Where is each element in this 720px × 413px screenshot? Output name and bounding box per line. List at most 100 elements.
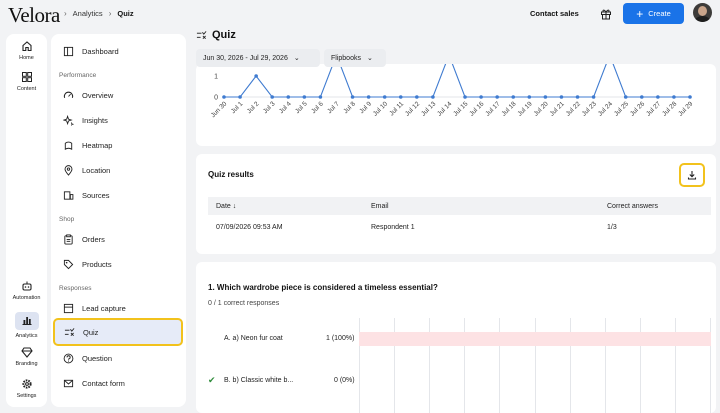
devices-icon <box>63 190 74 200</box>
rail-item-branding[interactable]: Branding <box>6 346 47 367</box>
x-tick-label: Jul 20 <box>533 100 550 117</box>
rail-label-branding: Branding <box>15 361 38 367</box>
chevron-down-icon: ⌄ <box>366 55 373 62</box>
x-tick-label: Jul 28 <box>661 100 678 117</box>
chevron-down-icon: ⌄ <box>293 55 300 62</box>
data-point <box>382 95 387 99</box>
x-tick-label: Jul 17 <box>484 100 501 117</box>
location-pin-icon <box>64 164 73 176</box>
y-tick-label: 1 <box>214 74 218 81</box>
sidebar-item-dashboard[interactable]: Dashboard <box>59 40 181 62</box>
sidebar-item-sources[interactable]: Sources <box>59 184 181 206</box>
sidebar-label: Lead capture <box>82 303 126 313</box>
x-tick-label: Jul 27 <box>645 100 662 117</box>
x-tick-label: Jul 4 <box>278 100 293 115</box>
sidebar-item-lead-capture[interactable]: Lead capture <box>59 297 181 319</box>
x-tick-label: Jul 1 <box>230 100 245 115</box>
data-point <box>639 95 644 99</box>
cell-email: Respondent 1 <box>371 223 415 231</box>
gift-icon[interactable] <box>600 8 612 20</box>
answer-label-b: B. b) Classic white b... <box>224 377 294 384</box>
sidebar-item-location[interactable]: Location <box>59 159 181 181</box>
brand-logo[interactable]: Velora <box>8 3 60 28</box>
download-button[interactable] <box>679 163 705 187</box>
page-title: Quiz <box>196 29 236 41</box>
data-point <box>463 95 467 99</box>
mail-icon <box>63 379 74 387</box>
x-tick-label: Jul 10 <box>372 100 389 117</box>
rail-label-content: Content <box>16 86 37 92</box>
x-tick-label: Jul 5 <box>294 100 309 115</box>
y-tick-label: 0 <box>214 95 218 102</box>
x-tick-label: Jul 8 <box>342 100 357 115</box>
rail-item-content[interactable]: Content <box>6 71 47 92</box>
breadcrumb-current: Quiz <box>117 9 134 18</box>
rail-item-home[interactable]: Home <box>6 40 47 61</box>
quiz-results-card: Quiz results Date ↓ Email Correct answer… <box>196 154 716 254</box>
sparkle-icon <box>63 114 74 126</box>
quiz-results-title: Quiz results <box>208 170 254 179</box>
sidebar-item-orders[interactable]: Orders <box>59 228 181 250</box>
x-tick-label: Jul 14 <box>436 100 453 117</box>
content-type-dropdown[interactable]: Flipbooks ⌄ <box>324 49 386 67</box>
data-point <box>688 95 692 99</box>
create-button[interactable]: + Create <box>623 3 684 24</box>
rail-item-automation[interactable]: Automation <box>6 280 47 301</box>
x-tick-label: Jul 29 <box>677 100 694 117</box>
data-point <box>543 95 548 99</box>
sidebar-item-quiz[interactable]: Quiz <box>53 318 183 346</box>
question-title: 1. Which wardrobe piece is considered a … <box>208 283 438 292</box>
gauge-icon <box>63 91 74 98</box>
sidebar-label: Contact form <box>82 378 125 388</box>
quiz-icon <box>196 30 207 39</box>
table-row[interactable]: 07/09/2026 09:53 AM Respondent 1 1/3 <box>208 216 711 238</box>
x-tick-label: Jul 24 <box>597 100 614 117</box>
left-rail: Home Content Automation Analytics Brandi… <box>6 34 47 407</box>
dashboard-icon <box>63 46 74 56</box>
rail-item-analytics[interactable]: Analytics <box>6 312 47 339</box>
sidebar-item-heatmap[interactable]: Heatmap <box>59 134 181 156</box>
date-range-dropdown[interactable]: Jun 30, 2026 - Jul 29, 2026 ⌄ <box>196 49 320 67</box>
quiz-trend-chart: 01Jun 30 Jul 1 Jul 2 Jul 3 Jul 4 Jul 5 Jul 6 Ju… <box>210 64 695 119</box>
breadcrumb-analytics[interactable]: Analytics <box>73 9 103 18</box>
x-tick-label: Jul 7 <box>326 100 341 115</box>
x-tick-label: Jul 12 <box>404 100 421 117</box>
data-point <box>238 95 242 99</box>
sidebar-item-products[interactable]: Products <box>59 253 181 275</box>
sidebar-item-overview[interactable]: Overview <box>59 84 181 106</box>
section-heading-performance: Performance <box>59 72 97 79</box>
answer-count-b: 0 (0%) <box>334 377 355 384</box>
answer-bar-a <box>359 332 711 346</box>
cell-date: 07/09/2026 09:53 AM <box>216 223 283 231</box>
content-type-value: Flipbooks <box>331 54 361 62</box>
data-point <box>302 95 307 99</box>
sidebar-item-insights[interactable]: Insights <box>59 109 181 131</box>
create-button-label: Create <box>648 9 671 18</box>
data-point <box>366 95 371 99</box>
data-point <box>431 95 435 99</box>
rail-item-settings[interactable]: Settings <box>6 378 47 399</box>
column-header-email: Email <box>371 202 389 210</box>
avatar[interactable] <box>693 3 712 22</box>
robot-icon <box>21 281 32 291</box>
x-tick-label: Jul 15 <box>452 100 469 117</box>
question-correct-count: 0 / 1 correct responses <box>208 300 280 307</box>
top-bar: Velora › Analytics › Quiz Contact sales … <box>0 0 720 30</box>
check-icon: ✔ <box>208 375 216 385</box>
sidebar-label: Orders <box>82 234 105 244</box>
column-header-date[interactable]: Date ↓ <box>216 203 236 210</box>
rail-label-automation: Automation <box>12 295 41 301</box>
sidebar-label: Location <box>82 165 111 175</box>
contact-sales-link[interactable]: Contact sales <box>530 9 579 18</box>
data-point <box>479 95 483 99</box>
x-tick-label: Jul 19 <box>516 100 533 117</box>
tag-icon <box>63 259 74 269</box>
sidebar-label: Dashboard <box>82 46 119 56</box>
x-tick-label: Jul 21 <box>549 100 566 117</box>
sidebar-item-question[interactable]: Question <box>59 347 181 369</box>
diamond-icon <box>20 347 33 358</box>
sidebar-item-contact-form[interactable]: Contact form <box>59 372 181 394</box>
column-header-correct-answers: Correct answers <box>607 202 658 210</box>
rail-label-settings: Settings <box>16 393 37 399</box>
data-point <box>591 95 596 99</box>
